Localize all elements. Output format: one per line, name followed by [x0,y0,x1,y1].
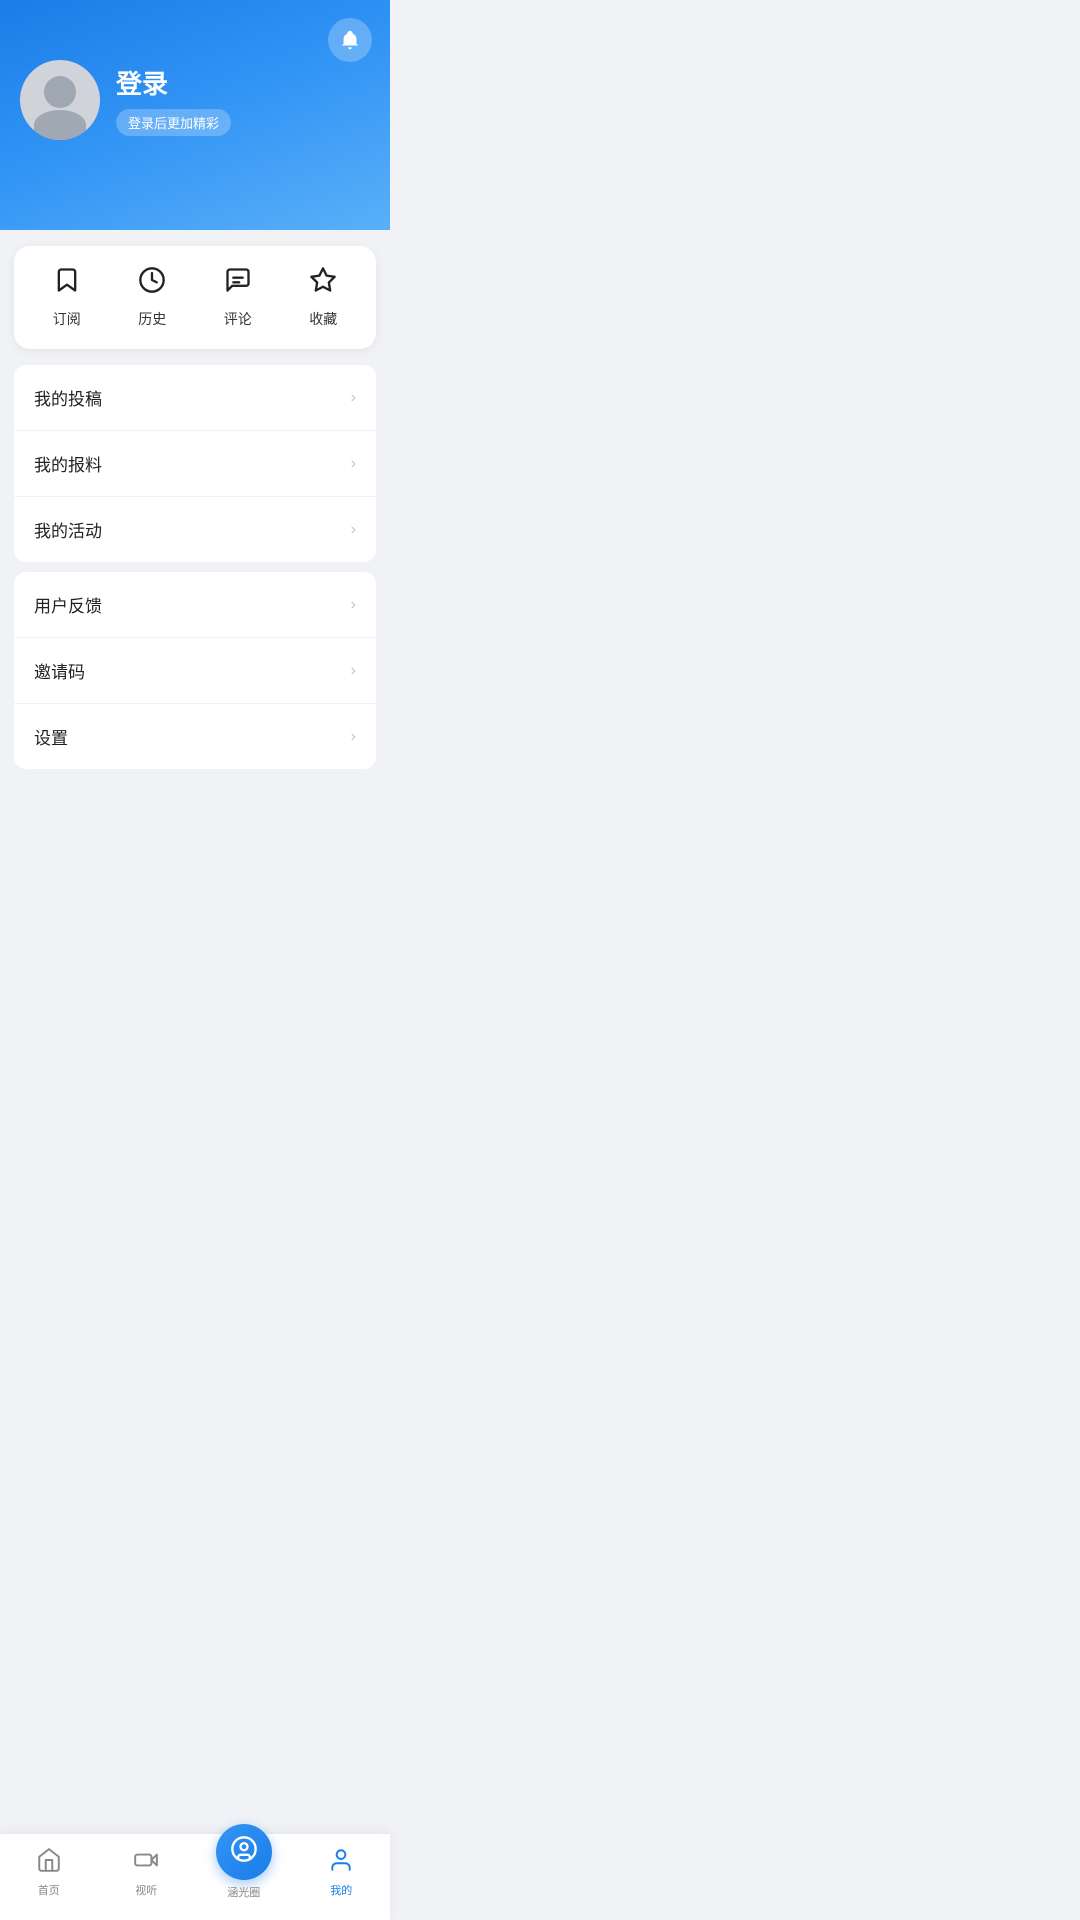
avatar-placeholder [20,60,100,140]
nav-item-mine[interactable]: 我的 [293,1847,391,1898]
bookmark-icon [53,266,81,299]
avatar[interactable] [20,60,100,140]
subscribe-label: 订阅 [53,309,81,329]
video-nav-label: 视听 [135,1882,157,1898]
home-nav-label: 首页 [38,1882,60,1898]
content-area: 订阅 历史 评论 [0,246,390,869]
action-favorite[interactable]: 收藏 [281,266,367,329]
menu-section-1: 我的投稿 › 我的报料 › 我的活动 › [14,365,376,562]
nav-item-home[interactable]: 首页 [0,1847,98,1898]
clock-icon [138,266,166,299]
avatar-head-shape [44,76,76,108]
my-tips-label: 我的报料 [34,451,102,476]
settings-label: 设置 [34,724,68,749]
feedback-label: 用户反馈 [34,592,102,617]
comment-label: 评论 [224,309,252,329]
profile-row[interactable]: 登录 登录后更加精彩 [20,60,370,140]
menu-section-2: 用户反馈 › 邀请码 › 设置 › [14,572,376,769]
header-section: 登录 登录后更加精彩 [0,0,390,230]
menu-item-my-activities[interactable]: 我的活动 › [14,497,376,562]
mine-nav-label: 我的 [330,1882,352,1898]
favorite-label: 收藏 [309,309,337,329]
avatar-body-shape [34,110,86,140]
comment-icon [224,266,252,299]
chevron-right-icon: › [351,521,356,539]
action-subscribe[interactable]: 订阅 [24,266,110,329]
menu-item-my-tips[interactable]: 我的报料 › [14,431,376,497]
notification-bell-button[interactable] [328,18,372,62]
chevron-right-icon: › [351,455,356,473]
chevron-right-icon: › [351,389,356,407]
login-subtitle[interactable]: 登录后更加精彩 [116,109,231,136]
chevron-right-icon: › [351,728,356,746]
social-center-button[interactable] [216,1824,272,1880]
action-comment[interactable]: 评论 [195,266,281,329]
bottom-nav: 首页 视听 涵光圈 [0,1833,390,1920]
menu-item-settings[interactable]: 设置 › [14,704,376,769]
invite-code-label: 邀请码 [34,658,85,683]
chevron-right-icon: › [351,596,356,614]
home-icon [36,1847,62,1878]
my-posts-label: 我的投稿 [34,385,102,410]
nav-item-social[interactable]: 涵光圈 [195,1844,293,1900]
bell-icon [339,29,361,51]
login-title[interactable]: 登录 [116,64,231,101]
social-icon [230,1835,258,1870]
video-icon [133,1847,159,1878]
social-nav-label: 涵光圈 [227,1884,260,1900]
quick-actions-card: 订阅 历史 评论 [14,246,376,349]
menu-item-invite-code[interactable]: 邀请码 › [14,638,376,704]
menu-item-feedback[interactable]: 用户反馈 › [14,572,376,638]
chevron-right-icon: › [351,662,356,680]
my-activities-label: 我的活动 [34,517,102,542]
star-icon [309,266,337,299]
person-icon [328,1847,354,1878]
nav-item-video[interactable]: 视听 [98,1847,196,1898]
menu-item-my-posts[interactable]: 我的投稿 › [14,365,376,431]
profile-info: 登录 登录后更加精彩 [116,64,231,136]
action-history[interactable]: 历史 [110,266,196,329]
history-label: 历史 [138,309,166,329]
